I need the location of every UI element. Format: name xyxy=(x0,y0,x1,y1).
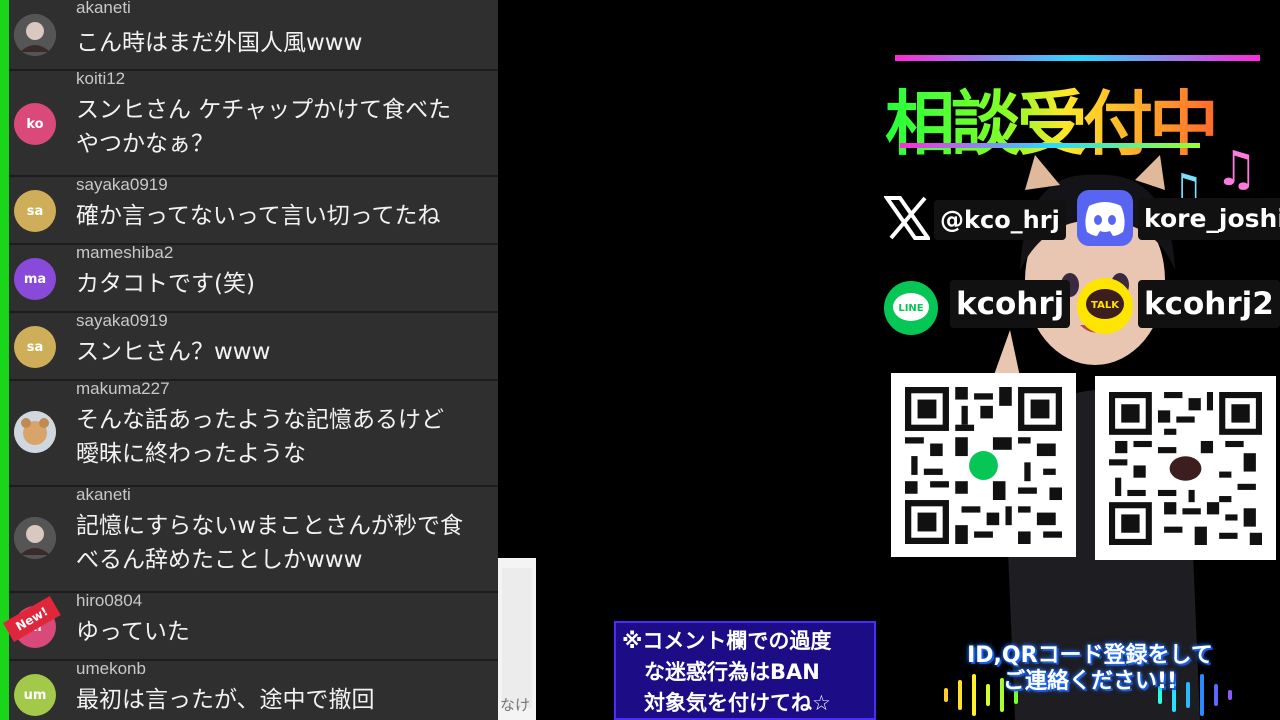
chat-text: 最初は言ったが、途中で撤回 xyxy=(76,687,375,713)
chat-text: そんな話あったような記憶あるけど 曖昧に終わったような xyxy=(76,407,444,467)
chat-message[interactable]: ko koiti12 スンヒさん ケチャップかけて食べた やつかなぁ？ xyxy=(9,69,498,177)
avatar xyxy=(14,14,56,56)
discord-icon xyxy=(1077,190,1133,246)
qr-code-icon xyxy=(1109,392,1262,545)
chat-message[interactable]: makuma227 そんな話あったような記憶あるけど 曖昧に終わったような xyxy=(9,379,498,487)
line-icon-text: LINE xyxy=(898,303,923,314)
discord-handle: kore_joshi xyxy=(1138,198,1280,240)
avatar: sa xyxy=(14,190,56,232)
chat-message[interactable]: sa sayaka0919 確か言ってないって言い切ってたね xyxy=(9,175,498,245)
chat-text: ゆっていた xyxy=(76,619,190,645)
chat-message[interactable]: sa sayaka0919 スンヒさん？www xyxy=(9,311,498,381)
x-logo-icon xyxy=(884,196,930,240)
notice-line: な迷惑行為はBAN xyxy=(644,660,820,684)
avatar xyxy=(14,411,56,453)
chat-text: 記憶にすらないwまことさんが秒で食 べるん辞めたことしかwww xyxy=(76,513,464,573)
chat-text: スンヒさん？www xyxy=(76,339,271,365)
line-qr-code[interactable] xyxy=(891,373,1076,557)
svg-text:♫: ♫ xyxy=(1215,141,1258,197)
chat-text: スンヒさん ケチャップかけて食べた やつかなぁ？ xyxy=(76,97,452,157)
avatar: ma xyxy=(14,258,56,300)
chat-text: こん時はまだ外国人風www xyxy=(76,30,363,56)
kakao-handle: kcohrj2 xyxy=(1138,280,1280,328)
chat-username: akaneti xyxy=(76,485,131,504)
chat-username: mameshiba2 xyxy=(76,243,174,262)
chat-username: sayaka0919 xyxy=(76,175,168,194)
avatar: ko xyxy=(14,103,56,145)
chat-message[interactable]: hi New! hiro0804 ゆっていた xyxy=(3,591,498,661)
avatar: sa xyxy=(14,326,56,368)
avatar xyxy=(14,517,56,559)
chat-panel: akaneti こん時はまだ外国人風www ko koiti12 スンヒさん ケ… xyxy=(0,0,498,720)
chat-message[interactable]: ma mameshiba2 カタコトです(笑) xyxy=(9,243,498,313)
contact-message: ID,QRコード登録をして ご連絡ください!! xyxy=(945,643,1235,695)
line-icon: LINE xyxy=(884,281,938,335)
chat-message[interactable]: um umekonb 最初は言ったが、途中で撤回 xyxy=(9,659,498,720)
kakao-icon-text: TALK xyxy=(1091,300,1120,311)
contact-line: ID,QRコード登録をして xyxy=(967,643,1213,668)
chat-username: makuma227 xyxy=(76,379,170,398)
kakao-qr-code[interactable] xyxy=(1095,376,1276,560)
avatar: um xyxy=(14,674,56,716)
x-handle: @kco_hrj xyxy=(934,200,1066,240)
title-decoration xyxy=(895,55,1260,61)
title-decoration xyxy=(900,143,1200,148)
notice-line: ※コメント欄での過度 xyxy=(622,629,832,653)
line-handle: kcohrj xyxy=(950,280,1071,328)
contact-line: ご連絡ください!! xyxy=(1002,669,1178,694)
qr-code-icon xyxy=(905,387,1062,544)
chat-message[interactable]: akaneti 記憶にすらないwまことさんが秒で食 べるん辞めたことしかwww xyxy=(9,485,498,593)
partial-card: なけ xyxy=(498,558,536,720)
notice-box: ※コメント欄での過度 な迷惑行為はBAN 対象気を付けてね☆ xyxy=(614,621,876,720)
chat-accent-bar xyxy=(0,0,9,720)
chat-username: hiro0804 xyxy=(76,591,143,610)
kakaotalk-icon: TALK xyxy=(1077,278,1133,334)
chat-username: sayaka0919 xyxy=(76,311,168,330)
chat-username: akaneti xyxy=(76,0,131,17)
chat-text: カタコトです(笑) xyxy=(76,271,255,297)
chat-text: 確か言ってないって言い切ってたね xyxy=(76,203,441,229)
chat-username: koiti12 xyxy=(76,69,126,88)
chat-message[interactable]: akaneti こん時はまだ外国人風www xyxy=(9,0,498,71)
notice-line: 対象気を付けてね☆ xyxy=(644,691,831,715)
chat-username: umekonb xyxy=(76,659,146,678)
card-peek-text: なけ xyxy=(500,696,531,714)
card-image xyxy=(502,568,532,708)
